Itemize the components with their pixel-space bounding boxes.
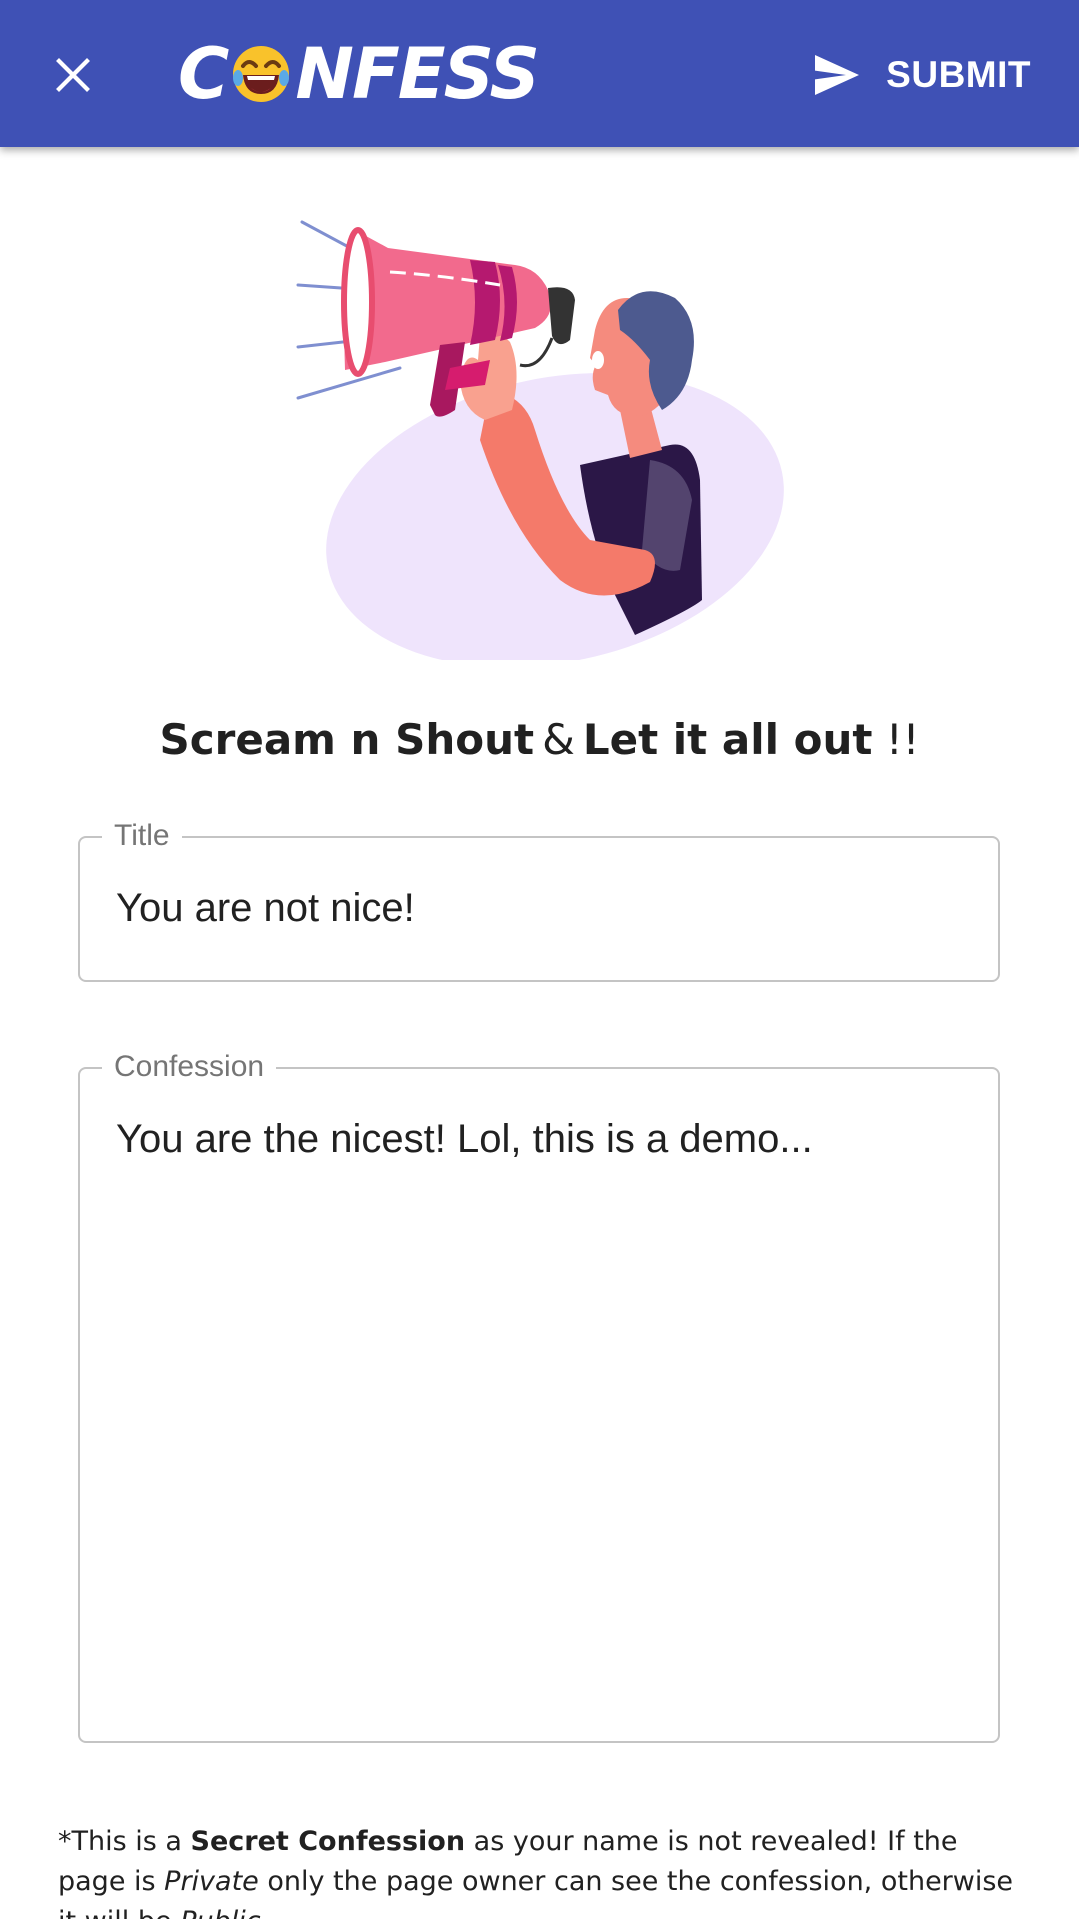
note-end: . bbox=[261, 1906, 270, 1919]
note-public: Public bbox=[180, 1906, 260, 1919]
note-prefix: *This is a bbox=[58, 1826, 191, 1857]
laughing-face-emoji-icon bbox=[233, 46, 290, 102]
confess-page: C NFESS SUBMIT Scream n Shout & Let it a… bbox=[0, 0, 1079, 1919]
privacy-note: *This is a Secret Confession as your nam… bbox=[58, 1822, 1018, 1919]
headline-part1: Scream n Shout bbox=[159, 715, 535, 764]
headline: Scream n Shout & Let it all out !! bbox=[0, 715, 1079, 764]
note-private: Private bbox=[164, 1866, 259, 1897]
app-bar: C NFESS SUBMIT bbox=[0, 0, 1079, 147]
confession-field[interactable]: Confession You are the nicest! Lol, this… bbox=[78, 1049, 1000, 1743]
close-button[interactable] bbox=[38, 40, 108, 110]
headline-ampersand: & bbox=[542, 715, 575, 764]
headline-exclamation: !! bbox=[885, 715, 920, 764]
note-bold: Secret Confession bbox=[190, 1826, 466, 1857]
headline-part2: Let it all out bbox=[582, 715, 873, 764]
title-input[interactable]: You are not nice! bbox=[116, 886, 415, 931]
logo-prefix: C bbox=[178, 33, 229, 115]
logo-suffix: NFESS bbox=[295, 33, 540, 115]
confession-label: Confession bbox=[102, 1049, 277, 1085]
person-with-megaphone-illustration bbox=[296, 220, 784, 660]
title-label: Title bbox=[102, 818, 182, 854]
close-icon bbox=[56, 58, 90, 92]
confession-textarea[interactable]: You are the nicest! Lol, this is a demo.… bbox=[116, 1117, 813, 1162]
submit-button[interactable]: SUBMIT bbox=[812, 40, 1031, 110]
send-icon bbox=[815, 55, 860, 95]
app-logo: C NFESS bbox=[178, 33, 540, 115]
title-field[interactable]: Title You are not nice! bbox=[78, 818, 1000, 982]
submit-label: SUBMIT bbox=[886, 54, 1031, 95]
